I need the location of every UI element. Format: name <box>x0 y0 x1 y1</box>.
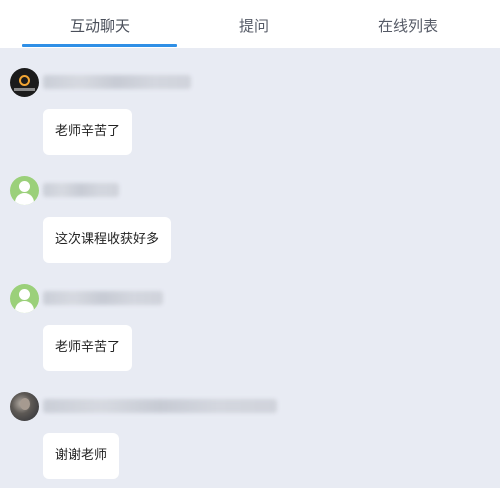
photo-avatar-icon <box>20 398 30 410</box>
message-bubble: 这次课程收获好多 <box>43 217 172 263</box>
active-tab-indicator <box>22 44 177 47</box>
default-user-icon <box>19 181 30 192</box>
username-redacted <box>43 399 277 413</box>
username-redacted <box>43 291 163 305</box>
tab-bar: 互动聊天 提问 在线列表 <box>0 0 500 48</box>
message-bubble: 老师辛苦了 <box>43 325 133 371</box>
tab-online-list[interactable]: 在线列表 <box>325 0 491 48</box>
message-bubble: 老师辛苦了 <box>43 109 133 155</box>
user-avatar[interactable] <box>10 68 39 97</box>
tab-chat[interactable]: 互动聊天 <box>17 0 183 48</box>
tab-questions[interactable]: 提问 <box>171 0 337 48</box>
message-bubble: 谢谢老师 <box>43 433 120 479</box>
user-avatar[interactable] <box>10 392 39 421</box>
username-redacted <box>43 75 191 89</box>
chat-message-list[interactable]: 老师辛苦了 这次课程收获好多 老师辛苦了 谢谢老师 <box>0 48 500 488</box>
logo-icon <box>19 75 30 86</box>
default-user-icon <box>19 289 30 300</box>
user-avatar[interactable] <box>10 176 39 205</box>
username-redacted <box>43 183 119 197</box>
user-avatar[interactable] <box>10 284 39 313</box>
